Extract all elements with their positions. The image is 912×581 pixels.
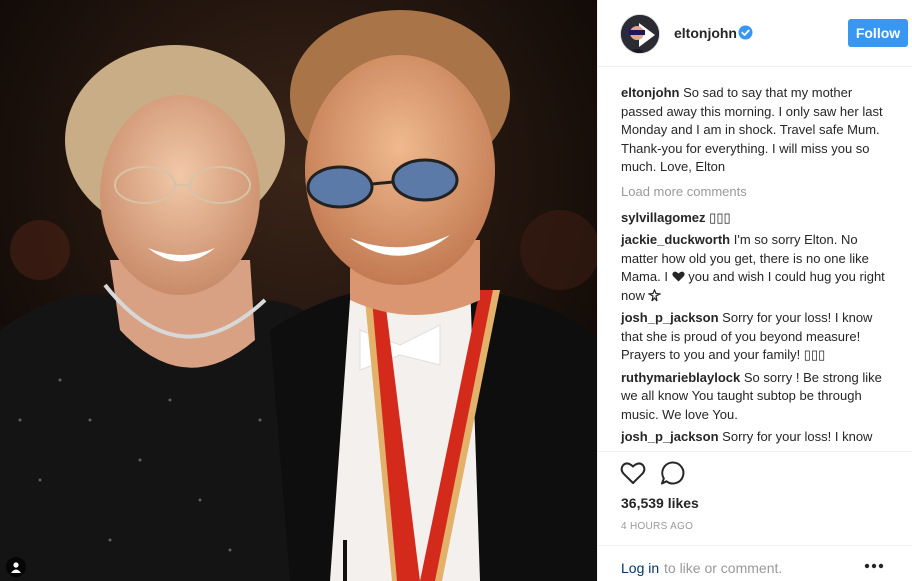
list-item: jackie_duckworth I'm so sorry Elton. No …	[621, 231, 891, 305]
list-item: josh_p_jackson Sorry for your loss! I kn…	[621, 428, 891, 447]
follow-button[interactable]: Follow	[848, 19, 908, 47]
load-more-comments-link[interactable]: Load more comments	[621, 183, 891, 201]
post-photo[interactable]	[0, 0, 597, 581]
heart-outline-icon[interactable]	[620, 461, 646, 485]
login-prompt-text: to like or comment.	[664, 560, 783, 576]
comment-username[interactable]: ruthymarieblaylock	[621, 370, 740, 385]
comment-text: Sorry for your loss! I know	[722, 429, 873, 444]
list-item: josh_p_jackson Sorry for your loss! I kn…	[621, 309, 891, 365]
list-item: ruthymarieblaylock So sorry ! Be strong …	[621, 369, 891, 425]
comment-username[interactable]: josh_p_jackson	[621, 429, 719, 444]
login-link[interactable]: Log in	[621, 560, 659, 576]
comment-username[interactable]: jackie_duckworth	[621, 232, 730, 247]
ellipsis-icon[interactable]	[864, 563, 884, 569]
post-header: eltonjohn Follow	[598, 0, 912, 67]
avatar[interactable]	[620, 14, 660, 54]
speech-bubble-icon[interactable]	[660, 460, 686, 486]
caption: eltonjohn So sad to say that my mother p…	[621, 84, 891, 177]
verified-badge-icon	[738, 25, 753, 40]
likes-count[interactable]: 36,539 likes	[621, 495, 699, 511]
avatar-image	[621, 15, 659, 53]
post-side-panel: eltonjohn Follow eltonjohn So sad to say…	[597, 0, 912, 581]
username-link[interactable]: eltonjohn	[674, 25, 737, 41]
list-item: sylvillagomez ▯▯▯	[621, 209, 891, 228]
post-timestamp[interactable]: 4 HOURS AGO	[621, 521, 693, 532]
comment-username[interactable]: sylvillagomez	[621, 210, 706, 225]
caption-username[interactable]: eltonjohn	[621, 85, 680, 100]
post-actions: 36,539 likes 4 HOURS AGO Log in to like …	[598, 451, 912, 581]
login-prompt: Log in to like or comment.	[598, 545, 912, 581]
comments-list: eltonjohn So sad to say that my mother p…	[621, 84, 891, 451]
comment-username[interactable]: josh_p_jackson	[621, 310, 719, 325]
comment-text: ▯▯▯	[709, 209, 731, 225]
hug-emoji-icon	[647, 287, 663, 301]
user-silhouette-icon	[11, 562, 21, 573]
heart-emoji-icon	[671, 271, 685, 282]
post-photo-image	[0, 0, 597, 581]
user-tag-icon[interactable]	[6, 557, 26, 577]
